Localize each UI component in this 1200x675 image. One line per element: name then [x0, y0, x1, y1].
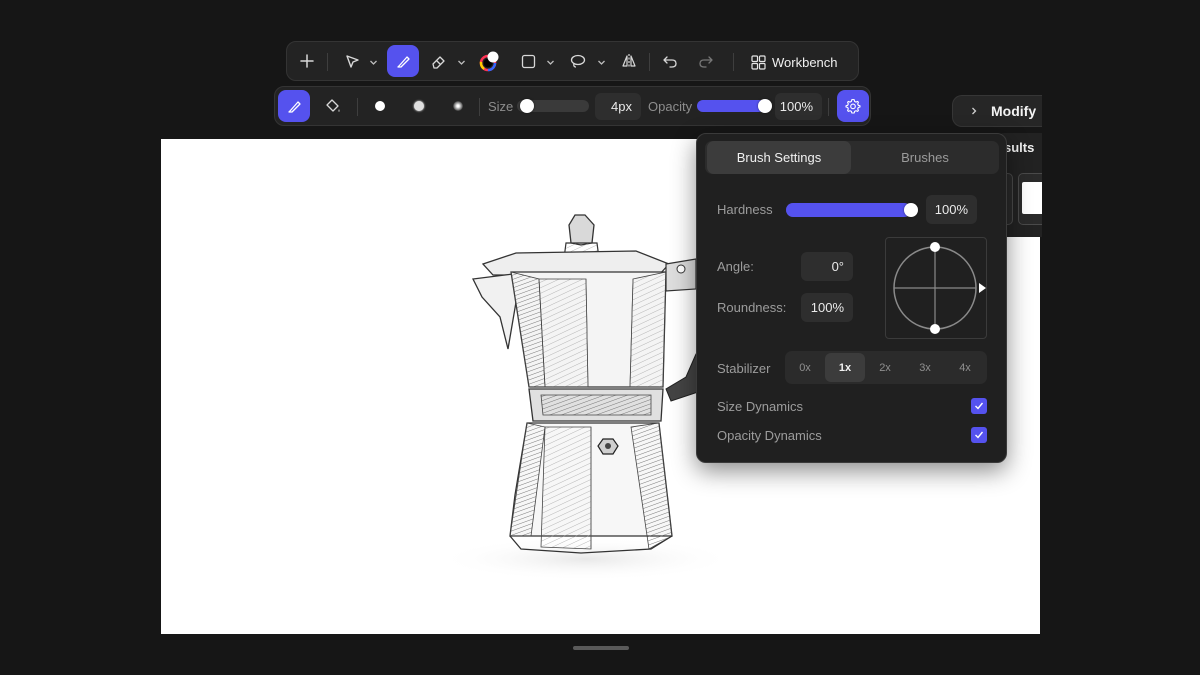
- brush-preset-soft[interactable]: [453, 101, 463, 111]
- brush-settings-button[interactable]: [837, 90, 869, 122]
- result-thumbnail[interactable]: [1018, 173, 1042, 225]
- stabilizer-label: Stabilizer: [717, 361, 771, 376]
- tab-brush-settings[interactable]: Brush Settings: [707, 141, 851, 174]
- size-dynamics-label: Size Dynamics: [717, 399, 803, 414]
- opacity-slider[interactable]: [697, 99, 772, 113]
- fill-bucket-icon[interactable]: [322, 95, 344, 117]
- chevron-down-icon[interactable]: [597, 54, 606, 72]
- workbench-label: Workbench: [772, 54, 838, 70]
- lasso-icon[interactable]: [567, 50, 589, 72]
- toolbar-divider: [327, 53, 328, 71]
- gear-icon: [845, 98, 861, 114]
- opacity-slider-fill: [697, 100, 765, 112]
- roundness-value-field[interactable]: 100%: [801, 293, 853, 322]
- stabilizer-option-2x[interactable]: 2x: [865, 353, 905, 382]
- hardness-label: Hardness: [717, 202, 773, 217]
- main-toolbar: Workbench: [286, 41, 859, 81]
- brush-toolbar: Size 4px Opacity 100%: [274, 86, 871, 126]
- size-slider-knob[interactable]: [519, 99, 534, 113]
- size-dynamics-checkbox[interactable]: [971, 398, 987, 414]
- opacity-value-field[interactable]: 100%: [775, 93, 822, 120]
- select-icon[interactable]: [341, 50, 363, 72]
- opacity-dynamics-label: Opacity Dynamics: [717, 428, 822, 443]
- stabilizer-segmented-control: 0x 1x 2x 3x 4x: [785, 351, 987, 384]
- brush-icon: [287, 100, 301, 113]
- popover-tabs: Brush Settings Brushes: [705, 141, 999, 174]
- angle-dial-icon: [893, 242, 986, 334]
- hardness-slider-knob[interactable]: [904, 203, 918, 217]
- toolbar-divider: [479, 98, 480, 116]
- toolbar-divider: [733, 53, 734, 71]
- brush-preset-hard[interactable]: [375, 101, 385, 111]
- checkmark-icon: [975, 402, 984, 410]
- angle-label: Angle:: [717, 259, 754, 274]
- angle-roundness-widget[interactable]: [885, 237, 987, 339]
- stabilizer-option-0x[interactable]: 0x: [785, 353, 825, 382]
- opacity-dynamics-checkbox[interactable]: [971, 427, 987, 443]
- add-icon[interactable]: [296, 50, 318, 72]
- toolbar-divider: [649, 53, 650, 71]
- hardness-slider-fill: [786, 203, 911, 217]
- brush-settings-popover: Brush Settings Brushes Hardness 100% Ang…: [696, 133, 1007, 463]
- modify-label: Modify: [991, 103, 1037, 119]
- brush-icon: [396, 55, 410, 68]
- opacity-label: Opacity: [648, 99, 693, 114]
- opacity-slider-knob[interactable]: [758, 99, 772, 113]
- chevron-right-icon: [972, 107, 977, 115]
- roundness-label: Roundness:: [717, 300, 787, 315]
- toolbar-divider: [357, 98, 358, 116]
- checkmark-icon: [975, 431, 984, 439]
- mirror-icon[interactable]: [618, 50, 640, 72]
- chevron-down-icon[interactable]: [457, 54, 466, 72]
- stabilizer-option-3x[interactable]: 3x: [905, 353, 945, 382]
- results-tab[interactable]: sults: [1004, 140, 1034, 155]
- hardness-value-field[interactable]: 100%: [926, 195, 977, 224]
- angle-value-field[interactable]: 0°: [801, 252, 853, 281]
- brush-tool-button[interactable]: [387, 45, 419, 77]
- rectangle-icon[interactable]: [517, 50, 539, 72]
- workbench-button[interactable]: Workbench: [751, 51, 838, 73]
- toolbar-divider: [828, 98, 829, 116]
- workbench-icon: [751, 54, 766, 70]
- paint-brush-button[interactable]: [278, 90, 310, 122]
- color-picker-icon[interactable]: [477, 48, 503, 74]
- chevron-down-icon[interactable]: [369, 54, 378, 72]
- stabilizer-option-4x[interactable]: 4x: [945, 353, 985, 382]
- modify-button[interactable]: Modify: [952, 95, 1042, 127]
- undo-icon[interactable]: [659, 50, 681, 72]
- chevron-down-icon[interactable]: [546, 54, 555, 72]
- brush-preset-medium[interactable]: [414, 101, 424, 111]
- stabilizer-option-1x[interactable]: 1x: [825, 353, 865, 382]
- size-label: Size: [488, 99, 514, 114]
- size-value-field[interactable]: 4px: [595, 93, 641, 120]
- size-slider[interactable]: [517, 99, 589, 113]
- tab-brushes[interactable]: Brushes: [853, 141, 997, 174]
- eraser-icon[interactable]: [427, 50, 449, 72]
- redo-icon[interactable]: [695, 50, 717, 72]
- home-indicator: [573, 646, 629, 650]
- hardness-slider[interactable]: [786, 203, 918, 217]
